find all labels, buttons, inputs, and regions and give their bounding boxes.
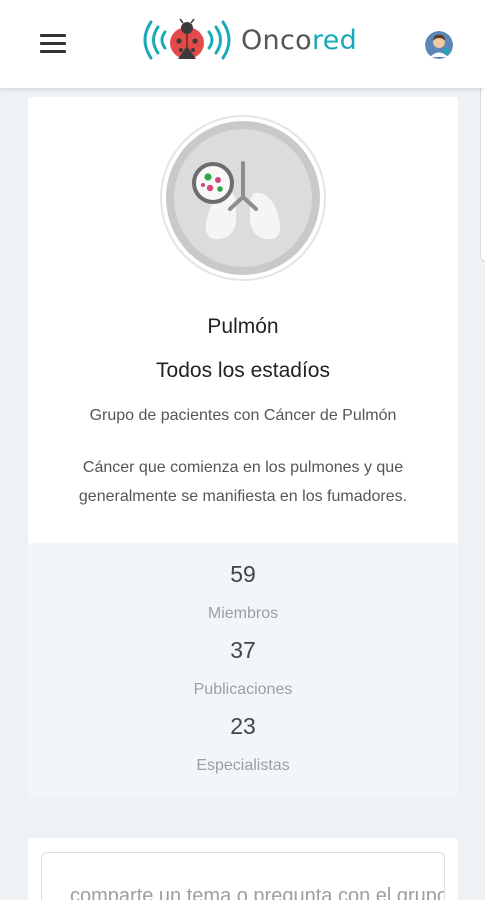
group-description: Cáncer que comienza en los pulmones y qu…	[78, 459, 408, 505]
group-stage: Todos los estadíos	[156, 359, 330, 382]
group-stats: 59 Miembros 37 Publicaciones 23 Especial…	[28, 543, 458, 797]
compose-card	[28, 838, 458, 900]
specialists-label: Especialistas	[196, 757, 290, 774]
compose-input[interactable]	[41, 852, 445, 900]
posts-count: 37	[230, 637, 256, 663]
posts-label: Publicaciones	[193, 681, 293, 698]
specialists-count: 23	[230, 713, 256, 739]
top-app-bar: Oncored	[0, 0, 485, 88]
doctor-avatar-icon[interactable]	[425, 31, 453, 59]
group-info-card: Pulmón Todos los estadíos Grupo de pacie…	[28, 97, 458, 797]
logo-text-suffix: red	[311, 24, 358, 56]
logo-text-prefix: Onco	[241, 24, 312, 56]
hamburger-menu-icon[interactable]	[40, 34, 66, 54]
oncored-logo[interactable]: Oncored	[137, 14, 357, 66]
members-label: Miembros	[207, 605, 279, 622]
scrollbar[interactable]	[480, 62, 485, 262]
group-subtitle: Grupo de pacientes con Cáncer de Pulmón	[89, 407, 397, 424]
logo-wordmark: Oncored	[241, 25, 357, 56]
lung-petri-dish-icon	[160, 115, 326, 281]
group-title: Pulmón	[207, 315, 279, 338]
members-count: 59	[230, 561, 256, 587]
ladybug-signal-icon	[143, 18, 231, 60]
